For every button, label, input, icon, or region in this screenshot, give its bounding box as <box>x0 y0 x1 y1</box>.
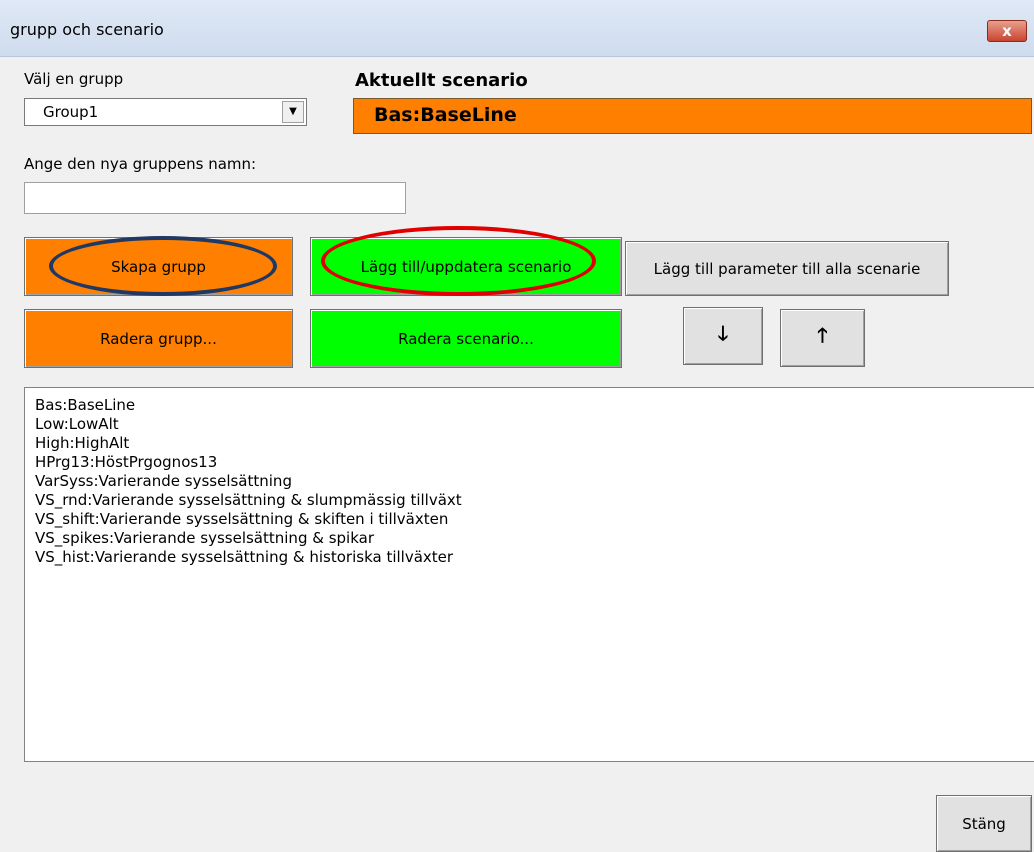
add-param-all-button[interactable]: Lägg till parameter till alla scenarie <box>625 241 949 296</box>
create-group-button[interactable]: Skapa grupp <box>24 237 293 296</box>
current-scenario-display: Bas:BaseLine <box>353 98 1032 134</box>
current-scenario-value: Bas:BaseLine <box>374 104 517 126</box>
group-select-value: Group1 <box>43 103 99 121</box>
close-button-label: Stäng <box>962 814 1006 833</box>
move-up-button[interactable]: 🡑 <box>780 309 865 367</box>
list-item[interactable]: High:HighAlt <box>35 434 462 453</box>
delete-scenario-button[interactable]: Radera scenario... <box>310 309 622 368</box>
window-close-button[interactable]: x <box>987 20 1027 42</box>
scenario-list[interactable]: Bas:BaseLine Low:LowAlt High:HighAlt HPr… <box>24 387 1034 762</box>
group-select-label: Välj en grupp <box>24 70 124 88</box>
list-item[interactable]: VS_hist:Varierande sysselsättning & hist… <box>35 548 462 567</box>
delete-group-label: Radera grupp... <box>100 329 217 348</box>
new-group-name-input[interactable] <box>24 182 406 214</box>
group-select[interactable]: Group1 ▼ <box>24 98 307 126</box>
delete-scenario-label: Radera scenario... <box>398 329 534 348</box>
list-item[interactable]: VS_rnd:Varierande sysselsättning & slump… <box>35 491 462 510</box>
add-param-all-label: Lägg till parameter till alla scenarie <box>653 259 921 278</box>
list-item[interactable]: VS_shift:Varierande sysselsättning & ski… <box>35 510 462 529</box>
close-button[interactable]: Stäng <box>936 795 1032 852</box>
create-group-label: Skapa grupp <box>111 257 206 276</box>
current-scenario-label: Aktuellt scenario <box>355 70 528 91</box>
list-item[interactable]: Low:LowAlt <box>35 415 462 434</box>
list-item[interactable]: HPrg13:HöstPrgognos13 <box>35 453 462 472</box>
list-item[interactable]: Bas:BaseLine <box>35 396 462 415</box>
add-update-scenario-label: Lägg till/uppdatera scenario <box>360 257 572 276</box>
window-titlebar: grupp och scenario x <box>0 0 1034 57</box>
delete-group-button[interactable]: Radera grupp... <box>24 309 293 368</box>
arrow-up-icon: 🡑 <box>817 323 828 347</box>
new-group-label: Ange den nya gruppens namn: <box>24 155 257 173</box>
arrow-down-icon: 🡓 <box>717 321 729 345</box>
window-title: grupp och scenario <box>10 20 164 39</box>
move-down-button[interactable]: 🡓 <box>683 307 763 365</box>
list-item[interactable]: VarSyss:Varierande sysselsättning <box>35 472 462 491</box>
chevron-down-icon[interactable]: ▼ <box>282 101 304 123</box>
add-update-scenario-button[interactable]: Lägg till/uppdatera scenario <box>310 237 622 296</box>
list-item[interactable]: VS_spikes:Varierande sysselsättning & sp… <box>35 529 462 548</box>
